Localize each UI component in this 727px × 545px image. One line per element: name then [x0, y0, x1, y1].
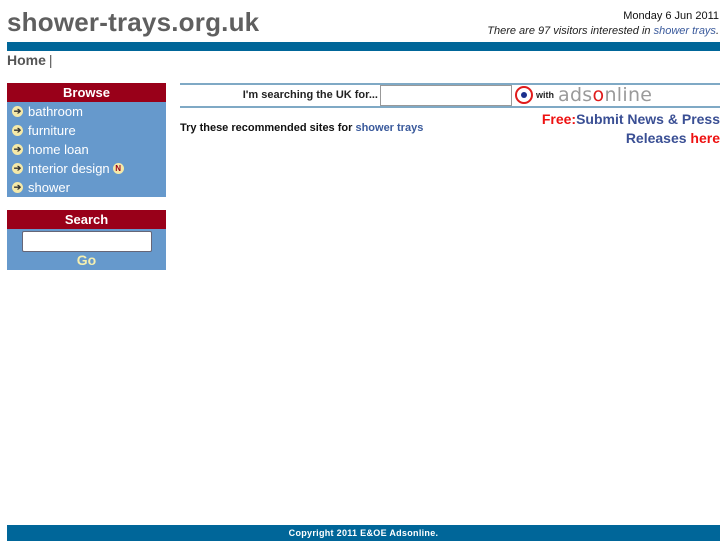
current-date: Monday 6 Jun 2011	[623, 10, 719, 22]
promo-free: Free:	[541, 111, 577, 127]
recommend-link[interactable]: shower trays	[355, 122, 423, 134]
browse-item-bathroom[interactable]: ➔ bathroom	[7, 102, 166, 121]
recommend-text: Try these recommended sites for shower t…	[180, 122, 423, 134]
recommend-prefix: Try these recommended sites for	[180, 122, 356, 134]
breadcrumb: Home |	[7, 52, 53, 68]
logo-o: o	[592, 84, 605, 106]
site-title[interactable]: shower-trays.org.uk	[7, 7, 259, 38]
browse-link[interactable]: furniture	[28, 123, 76, 138]
target-logo-icon[interactable]	[515, 86, 533, 104]
browse-list: ➔ bathroom ➔ furniture ➔ home loan ➔ interio…	[7, 102, 166, 197]
browse-link[interactable]: bathroom	[28, 104, 83, 119]
browse-item-interior-design[interactable]: ➔ interior design N	[7, 159, 166, 178]
promo-here-link[interactable]: here	[690, 130, 720, 146]
header-bar	[7, 42, 720, 51]
browse-item-shower[interactable]: ➔ shower	[7, 178, 166, 197]
arrow-right-icon: ➔	[12, 144, 23, 156]
browse-panel: Browse ➔ bathroom ➔ furniture ➔ home loan ➔…	[7, 83, 166, 197]
main-search-label: I'm searching the UK for...	[242, 89, 378, 101]
arrow-right-icon: ➔	[12, 182, 23, 194]
footer: Copyright 2011 E&OE Adsonline.	[7, 525, 720, 541]
main-search-input[interactable]	[380, 85, 512, 106]
promo-line-1: Free:Submit News & Press	[542, 110, 720, 129]
new-badge-icon: N	[112, 163, 124, 175]
browse-title: Browse	[7, 83, 166, 102]
promo-submit-link[interactable]: Submit News & Press	[576, 111, 720, 127]
arrow-right-icon: ➔	[12, 163, 23, 175]
visitor-count: There are 97 visitors interested in show…	[487, 25, 719, 37]
visitor-text: There are 97 visitors interested in	[487, 25, 654, 37]
visitor-suffix: .	[715, 25, 719, 37]
home-link[interactable]: Home	[7, 52, 46, 68]
promo-line-2: Releases here	[542, 129, 720, 148]
side-search-input[interactable]	[21, 231, 152, 252]
browse-link[interactable]: interior design	[28, 161, 110, 176]
side-search-title: Search	[7, 210, 166, 229]
logo-suffix: nline	[604, 84, 653, 106]
press-release-promo: Free:Submit News & Press Releases here	[542, 110, 720, 148]
nav-separator: |	[48, 52, 53, 68]
browse-item-furniture[interactable]: ➔ furniture	[7, 121, 166, 140]
arrow-right-icon: ➔	[12, 125, 23, 137]
browse-link[interactable]: home loan	[28, 142, 89, 157]
browse-item-home-loan[interactable]: ➔ home loan	[7, 140, 166, 159]
go-button[interactable]: Go	[77, 252, 96, 269]
with-label: with	[536, 90, 554, 100]
arrow-right-icon: ➔	[12, 106, 23, 118]
side-search-panel: Search Go	[7, 210, 166, 270]
logo-prefix: ads	[558, 84, 593, 106]
adsonline-logo[interactable]: adsonline	[558, 84, 652, 106]
browse-link[interactable]: shower	[28, 180, 70, 195]
main-search-bar: I'm searching the UK for... with adsonli…	[180, 83, 720, 108]
promo-releases: Releases	[625, 130, 691, 146]
visitor-topic-link[interactable]: shower trays	[654, 25, 716, 37]
